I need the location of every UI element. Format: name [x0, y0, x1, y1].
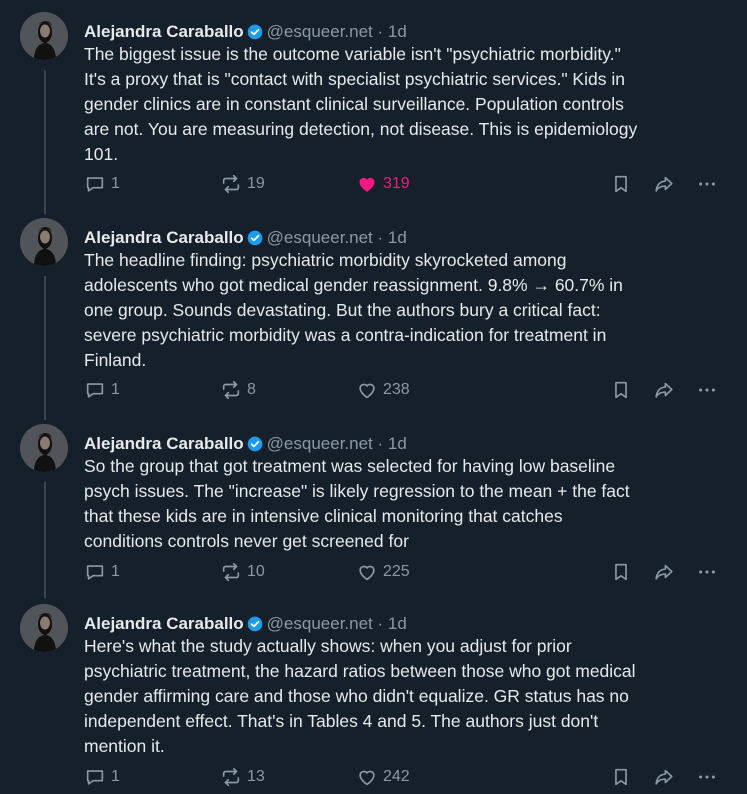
author-name[interactable]: Alejandra Caraballo: [84, 434, 244, 453]
more-button[interactable]: [696, 377, 718, 403]
author-name[interactable]: Alejandra Caraballo: [84, 22, 244, 41]
reply-icon: [84, 379, 106, 401]
like-count: 319: [383, 175, 410, 192]
bookmark-button[interactable]: [610, 171, 632, 197]
reply-icon: [84, 173, 106, 195]
separator-dot: ·: [377, 614, 384, 633]
separator-dot: ·: [377, 22, 384, 41]
avatar[interactable]: [20, 604, 68, 652]
author-handle[interactable]: @esqueer.net: [267, 22, 373, 41]
post-actions: 1 19 319: [84, 171, 734, 197]
post-timestamp[interactable]: 1d: [388, 434, 407, 453]
like-count: 225: [383, 563, 410, 580]
like-button[interactable]: 319: [356, 171, 410, 197]
share-icon: [652, 561, 676, 583]
post-text: Here's what the study actually shows: wh…: [84, 636, 636, 756]
bookmark-button[interactable]: [610, 764, 632, 790]
post-text: The biggest issue is the outcome variabl…: [84, 44, 638, 164]
share-button[interactable]: [652, 377, 676, 403]
repost-button[interactable]: 13: [220, 764, 265, 790]
heart-icon: [356, 561, 378, 583]
post-header: Alejandra Caraballo @esqueer.net · 1d: [84, 20, 407, 44]
heart-icon: [356, 379, 378, 401]
reply-button[interactable]: 1: [84, 559, 120, 585]
post-timestamp[interactable]: 1d: [388, 614, 407, 633]
heart-icon: [356, 173, 378, 195]
post-text: So the group that got treatment was sele…: [84, 456, 630, 551]
post-header: Alejandra Caraballo @esqueer.net · 1d: [84, 612, 407, 636]
heart-icon: [356, 766, 378, 788]
like-button[interactable]: 242: [356, 764, 410, 790]
bookmark-icon: [610, 173, 632, 195]
repost-icon: [220, 766, 242, 788]
post-timestamp[interactable]: 1d: [388, 228, 407, 247]
repost-icon: [220, 173, 242, 195]
repost-icon: [220, 561, 242, 583]
avatar[interactable]: [20, 218, 68, 266]
author-name[interactable]: Alejandra Caraballo: [84, 614, 244, 633]
separator-dot: ·: [377, 228, 384, 247]
reply-button[interactable]: 1: [84, 764, 120, 790]
post: Alejandra Caraballo @esqueer.net · 1d Here…: [0, 604, 747, 794]
repost-count: 13: [247, 768, 265, 785]
reply-count: 1: [111, 175, 120, 192]
separator-dot: ·: [377, 434, 384, 453]
more-icon: [696, 379, 718, 401]
author-name[interactable]: Alejandra Caraballo: [84, 228, 244, 247]
like-count: 242: [383, 768, 410, 785]
repost-button[interactable]: 8: [220, 377, 256, 403]
post-actions: 1 13 242: [84, 764, 734, 790]
more-button[interactable]: [696, 171, 718, 197]
repost-button[interactable]: 19: [220, 171, 265, 197]
bookmark-icon: [610, 379, 632, 401]
share-icon: [652, 766, 676, 788]
avatar[interactable]: [20, 424, 68, 472]
reply-count: 1: [111, 381, 120, 398]
share-icon: [652, 379, 676, 401]
share-button[interactable]: [652, 764, 676, 790]
more-icon: [696, 173, 718, 195]
reply-count: 1: [111, 563, 120, 580]
repost-count: 10: [247, 563, 265, 580]
bookmark-button[interactable]: [610, 559, 632, 585]
post-timestamp[interactable]: 1d: [388, 22, 407, 41]
post-actions: 1 10 225: [84, 559, 734, 585]
more-icon: [696, 766, 718, 788]
post-text: The headline finding: psychiatric morbid…: [84, 250, 623, 370]
post-header: Alejandra Caraballo @esqueer.net · 1d: [84, 226, 407, 250]
share-icon: [652, 173, 676, 195]
post-actions: 1 8 238: [84, 377, 734, 403]
more-button[interactable]: [696, 764, 718, 790]
like-count: 238: [383, 381, 410, 398]
post: Alejandra Caraballo @esqueer.net · 1d The …: [0, 12, 747, 201]
post: Alejandra Caraballo @esqueer.net · 1d The …: [0, 218, 747, 407]
reply-button[interactable]: 1: [84, 377, 120, 403]
reply-icon: [84, 561, 106, 583]
bookmark-icon: [610, 561, 632, 583]
share-button[interactable]: [652, 171, 676, 197]
reply-count: 1: [111, 768, 120, 785]
author-handle[interactable]: @esqueer.net: [267, 228, 373, 247]
repost-count: 8: [247, 381, 256, 398]
author-handle[interactable]: @esqueer.net: [267, 614, 373, 633]
share-button[interactable]: [652, 559, 676, 585]
repost-button[interactable]: 10: [220, 559, 265, 585]
avatar[interactable]: [20, 12, 68, 60]
like-button[interactable]: 238: [356, 377, 410, 403]
author-handle[interactable]: @esqueer.net: [267, 434, 373, 453]
reply-icon: [84, 766, 106, 788]
more-button[interactable]: [696, 559, 718, 585]
like-button[interactable]: 225: [356, 559, 410, 585]
post-header: Alejandra Caraballo @esqueer.net · 1d: [84, 432, 407, 456]
reply-button[interactable]: 1: [84, 171, 120, 197]
repost-icon: [220, 379, 242, 401]
bookmark-icon: [610, 766, 632, 788]
bookmark-button[interactable]: [610, 377, 632, 403]
more-icon: [696, 561, 718, 583]
repost-count: 19: [247, 175, 265, 192]
post: Alejandra Caraballo @esqueer.net · 1d So t…: [0, 424, 747, 589]
